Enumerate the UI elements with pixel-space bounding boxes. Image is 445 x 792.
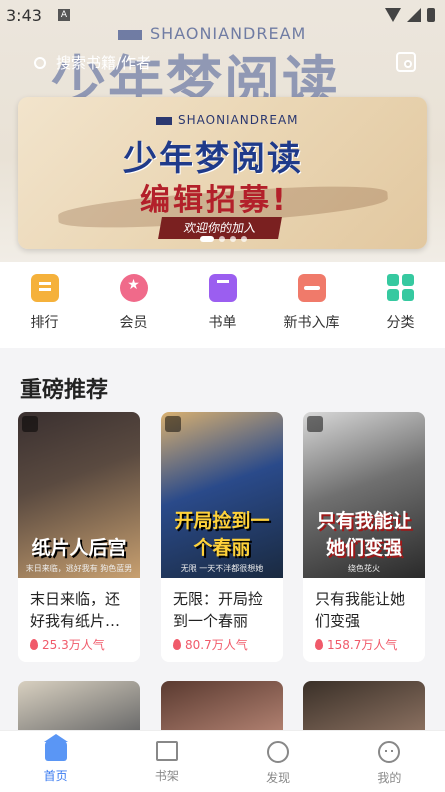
book-cover: 只有我能让她们变强 绕色花火 — [303, 412, 425, 578]
tab-label: 书架 — [154, 769, 179, 783]
new-books-icon — [297, 274, 326, 302]
history-clock-dot — [404, 60, 412, 68]
book-card[interactable]: 纸片人后宫 末日来临，逃好我有 狗色蓝男 末日来临，还好我有纸片… 25.3万人… — [18, 412, 140, 662]
quick-menu-label: 分类 — [386, 315, 415, 331]
quick-menu-label: 书单 — [208, 315, 237, 331]
book-title: 末日来临，还好我有纸片… — [30, 590, 121, 630]
battery-icon — [427, 8, 435, 22]
banner-dot — [230, 236, 236, 242]
banner-subtitle: 编辑招募! — [140, 183, 289, 218]
member-icon — [119, 274, 148, 302]
search-bar[interactable] — [34, 52, 374, 74]
banner-title: 少年梦阅读 — [123, 139, 303, 179]
bottom-nav: 首页 书架 发现 我的 — [0, 730, 445, 792]
publisher-badge-icon — [307, 416, 323, 432]
reading-history-button[interactable] — [392, 48, 420, 76]
quick-menu-label: 会员 — [119, 315, 148, 331]
promo-banner[interactable]: SHAONIANDREAM 少年梦阅读 编辑招募! 欢迎你的加入 — [18, 97, 427, 249]
cover-title: 只有我能让她们变强 — [316, 510, 412, 559]
cover-subtitle: 绕色花火 — [348, 564, 380, 573]
book-card[interactable]: 只有我能让她们变强 绕色花火 只有我能让她们变强 158.7万人气 — [303, 412, 425, 662]
cover-title: 纸片人后宫 — [31, 537, 127, 559]
publisher-badge-icon — [22, 416, 38, 432]
book-cover-partial[interactable] — [161, 681, 283, 731]
search-icon — [34, 57, 46, 69]
booklist-icon — [208, 274, 237, 302]
quick-menu-rank[interactable]: 排行 — [0, 262, 89, 348]
quick-menu: 排行 会员 书单 新书入库 分类 — [0, 262, 445, 348]
rank-icon — [30, 274, 59, 302]
bookshelf-icon — [155, 741, 178, 761]
section-title: 重磅推荐 — [20, 378, 109, 403]
status-time: 3:43 — [6, 6, 42, 25]
flame-icon — [173, 639, 181, 650]
signal-icon — [407, 8, 421, 22]
search-input[interactable] — [56, 54, 256, 72]
home-icon — [43, 734, 68, 761]
banner-dot — [219, 236, 225, 242]
quick-menu-member[interactable]: 会员 — [89, 262, 178, 348]
recommend-section: 重磅推荐 纸片人后宫 末日来临，逃好我有 狗色蓝男 末日来临，还好我有纸片… 2… — [0, 348, 445, 731]
profile-icon — [378, 741, 401, 763]
book-popularity: 25.3万人气 — [18, 636, 140, 653]
book-title: 只有我能让她们变强 — [315, 590, 406, 630]
banner-pagination — [200, 236, 247, 242]
book-cover-partial[interactable] — [303, 681, 425, 731]
tab-profile[interactable]: 我的 — [334, 731, 445, 792]
banner-brand: SHAONIANDREAM — [156, 113, 299, 127]
book-cover-partial[interactable] — [18, 681, 140, 731]
tab-label: 发现 — [266, 771, 291, 785]
quick-menu-label: 排行 — [30, 315, 59, 331]
cover-title: 开局捡到一个春丽 — [174, 510, 270, 559]
banner-dot — [241, 236, 247, 242]
tab-label: 我的 — [377, 771, 402, 785]
tab-home[interactable]: 首页 — [0, 731, 111, 792]
status-bar: 3:43 A — [0, 0, 445, 30]
book-title: 无限：开局捡到一个春丽 — [173, 590, 264, 630]
tab-bookshelf[interactable]: 书架 — [111, 731, 222, 792]
notification-icon: A — [58, 9, 70, 21]
tab-label: 首页 — [43, 769, 68, 783]
book-popularity: 80.7万人气 — [161, 636, 283, 653]
quick-menu-new-books[interactable]: 新书入库 — [267, 262, 356, 348]
flame-icon — [315, 639, 323, 650]
wifi-icon — [385, 8, 401, 22]
quick-menu-category[interactable]: 分类 — [356, 262, 445, 348]
cover-subtitle: 无限 一天不泮都很想她 — [180, 564, 264, 573]
tab-discover[interactable]: 发现 — [223, 731, 334, 792]
book-popularity: 158.7万人气 — [303, 636, 425, 653]
category-icon — [386, 274, 415, 302]
publisher-badge-icon — [165, 416, 181, 432]
cover-subtitle: 末日来临，逃好我有 狗色蓝男 — [25, 564, 133, 573]
book-card[interactable]: 开局捡到一个春丽 无限 一天不泮都很想她 无限：开局捡到一个春丽 80.7万人气 — [161, 412, 283, 662]
quick-menu-booklist[interactable]: 书单 — [178, 262, 267, 348]
flame-icon — [30, 639, 38, 650]
book-cover: 纸片人后宫 末日来临，逃好我有 狗色蓝男 — [18, 412, 140, 578]
banner-dot — [200, 236, 214, 242]
book-cover: 开局捡到一个春丽 无限 一天不泮都很想她 — [161, 412, 283, 578]
discover-icon — [267, 741, 290, 763]
quick-menu-label: 新书入库 — [283, 315, 340, 331]
